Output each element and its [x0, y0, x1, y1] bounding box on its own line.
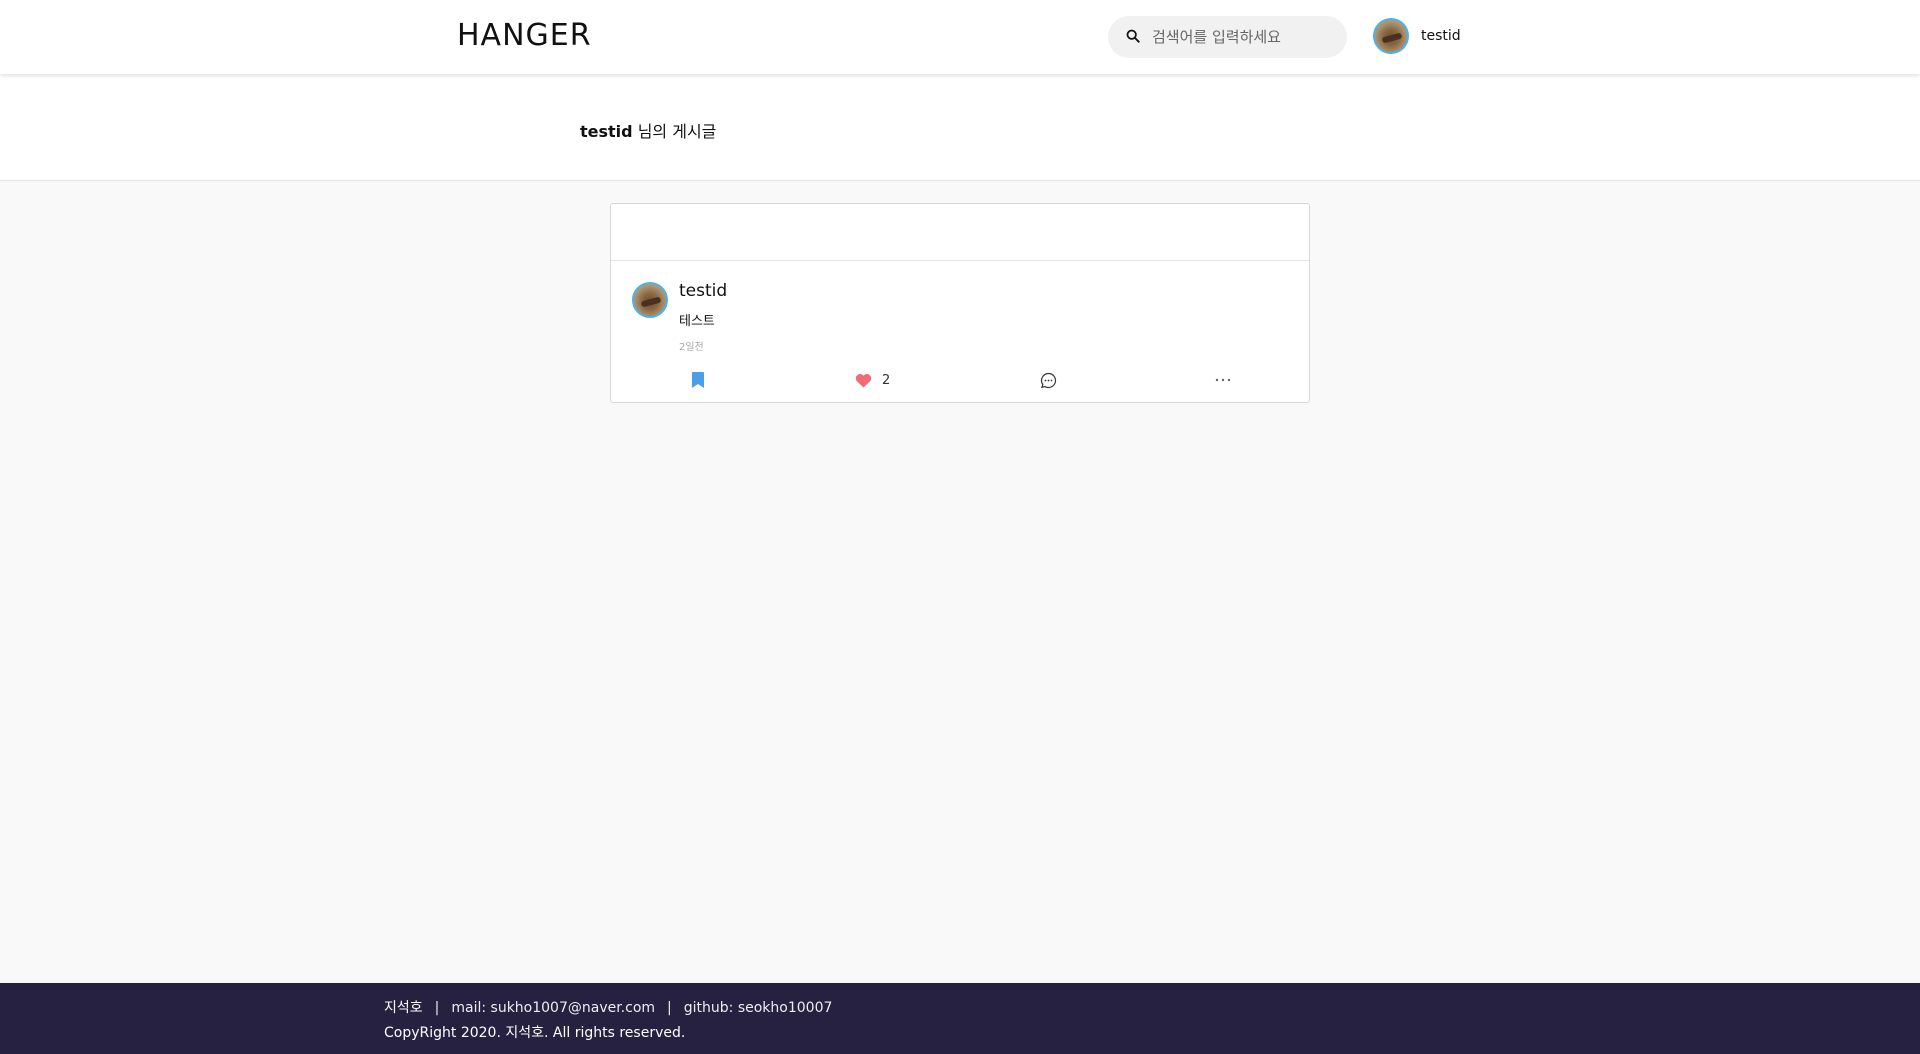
bookmark-icon	[691, 371, 705, 389]
search-input[interactable]	[1152, 28, 1332, 46]
heart-icon	[855, 373, 872, 388]
footer-copyright: CopyRight 2020. 지석호. All rights reserved…	[384, 1025, 686, 1041]
post-author[interactable]: testid	[679, 281, 727, 301]
avatar[interactable]	[1373, 18, 1409, 54]
user-name[interactable]: testid	[1421, 28, 1461, 44]
footer-separator: |	[434, 1000, 440, 1016]
more-button[interactable]	[1215, 362, 1231, 398]
top-header: HANGER testid	[0, 0, 1920, 74]
post-card: testid 테스트 2일전 2	[610, 203, 1310, 403]
like-count: 2	[882, 372, 891, 388]
search-bar[interactable]	[1108, 16, 1347, 58]
comment-icon	[1040, 372, 1057, 389]
page-title: testid 님의 게시글	[580, 118, 716, 142]
comment-button[interactable]	[1040, 362, 1057, 398]
logo[interactable]: HANGER	[457, 18, 592, 53]
footer-contact: 지석호 | mail: sukho1007@naver.com | github: se…	[384, 997, 832, 1017]
page-title-user: testid	[580, 122, 633, 141]
bookmark-button[interactable]	[691, 362, 705, 398]
page-title-bar: testid 님의 게시글	[0, 74, 1920, 181]
search-icon	[1126, 28, 1140, 47]
post-time: 2일전	[679, 342, 704, 353]
page-title-suffix: 님의 게시글	[632, 122, 717, 141]
post-actions: 2	[611, 362, 1311, 398]
like-button[interactable]: 2	[855, 362, 890, 398]
footer-mail[interactable]: mail: sukho1007@naver.com	[451, 1000, 655, 1016]
footer-owner: 지석호	[384, 1000, 423, 1016]
post-card-header	[611, 204, 1309, 261]
post-avatar[interactable]	[632, 282, 668, 318]
footer-separator: |	[667, 1000, 672, 1016]
more-icon	[1215, 378, 1231, 382]
post-body: testid 테스트 2일전	[611, 261, 1309, 361]
user-menu[interactable]: testid	[1373, 18, 1461, 54]
footer-github[interactable]: github: seokho10007	[684, 1000, 833, 1016]
footer: 지석호 | mail: sukho1007@naver.com | github: se…	[0, 983, 1920, 1054]
post-text: 테스트	[679, 314, 715, 329]
